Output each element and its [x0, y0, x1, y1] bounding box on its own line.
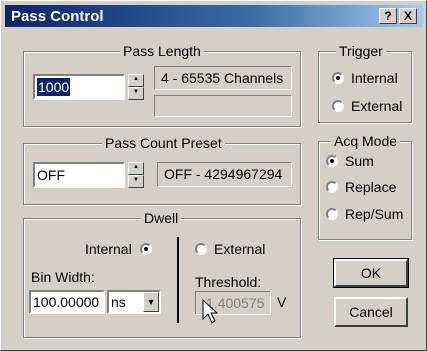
pass-length-spinner[interactable]: ▲ ▼: [128, 74, 144, 100]
pass-length-info: [154, 95, 292, 117]
bin-width-unit-select[interactable]: ns ▼: [107, 290, 161, 314]
dwell-title: Dwell: [141, 210, 182, 226]
radio-selected-icon[interactable]: [139, 243, 152, 255]
close-button[interactable]: X: [399, 8, 417, 24]
radio-unselected-icon[interactable]: [326, 181, 338, 193]
acq-mode-sum-radio[interactable]: Sum: [326, 153, 374, 169]
radio-unselected-icon[interactable]: [195, 243, 207, 255]
dwell-external-label: External: [214, 241, 266, 257]
acq-mode-sum-label: Sum: [345, 153, 374, 169]
pass-length-value: 1000: [37, 78, 71, 96]
threshold-label: Threshold:: [195, 274, 262, 290]
dwell-internal-label: Internal: [85, 241, 132, 257]
acq-mode-replace-label: Replace: [345, 179, 397, 195]
radio-selected-icon[interactable]: [326, 155, 338, 167]
acq-mode-replace-radio[interactable]: Replace: [326, 179, 396, 195]
spin-up-icon[interactable]: ▲: [128, 162, 144, 175]
acq-mode-title: Acq Mode: [331, 133, 401, 149]
ok-button[interactable]: OK: [333, 258, 409, 288]
trigger-internal-radio[interactable]: Internal: [332, 70, 398, 86]
dwell-divider: [177, 237, 179, 323]
radio-unselected-icon[interactable]: [326, 208, 338, 220]
pass-count-spinner[interactable]: ▲ ▼: [128, 162, 144, 188]
dwell-internal-radio[interactable]: Internal: [85, 241, 159, 257]
bin-width-input[interactable]: 100.00000: [29, 290, 105, 314]
pass-length-range: 4 - 65535 Channels: [154, 66, 292, 90]
pass-length-title: Pass Length: [120, 43, 204, 59]
pass-count-range: OFF - 4294967294: [157, 162, 292, 187]
dwell-external-radio[interactable]: External: [195, 241, 265, 257]
pass-length-input[interactable]: 1000: [33, 74, 125, 100]
trigger-internal-label: Internal: [351, 70, 398, 86]
bin-width-label: Bin Width:: [31, 269, 95, 285]
radio-selected-icon[interactable]: [332, 72, 344, 84]
threshold-unit: V: [277, 294, 287, 310]
trigger-title: Trigger: [336, 43, 386, 59]
spin-down-icon[interactable]: ▼: [128, 87, 144, 100]
window-title: Pass Control: [11, 8, 104, 25]
mouse-cursor-icon: [202, 299, 218, 324]
pass-control-dialog: Pass Control ? X Pass Length 1000 ▲ ▼ 4 …: [0, 0, 427, 351]
chevron-down-icon[interactable]: ▼: [143, 292, 159, 312]
spin-down-icon[interactable]: ▼: [128, 175, 144, 188]
cancel-button[interactable]: Cancel: [334, 297, 408, 327]
radio-unselected-icon[interactable]: [332, 100, 344, 112]
title-bar[interactable]: Pass Control ? X: [5, 5, 423, 27]
acq-mode-repsum-label: Rep/Sum: [345, 206, 404, 222]
acq-mode-repsum-radio[interactable]: Rep/Sum: [326, 206, 403, 222]
trigger-external-label: External: [351, 98, 403, 114]
pass-count-title: Pass Count Preset: [102, 135, 225, 151]
spin-up-icon[interactable]: ▲: [128, 74, 144, 87]
pass-count-input[interactable]: OFF: [33, 162, 125, 188]
help-button[interactable]: ?: [379, 8, 397, 24]
trigger-external-radio[interactable]: External: [332, 98, 402, 114]
unit-value: ns: [111, 294, 126, 310]
